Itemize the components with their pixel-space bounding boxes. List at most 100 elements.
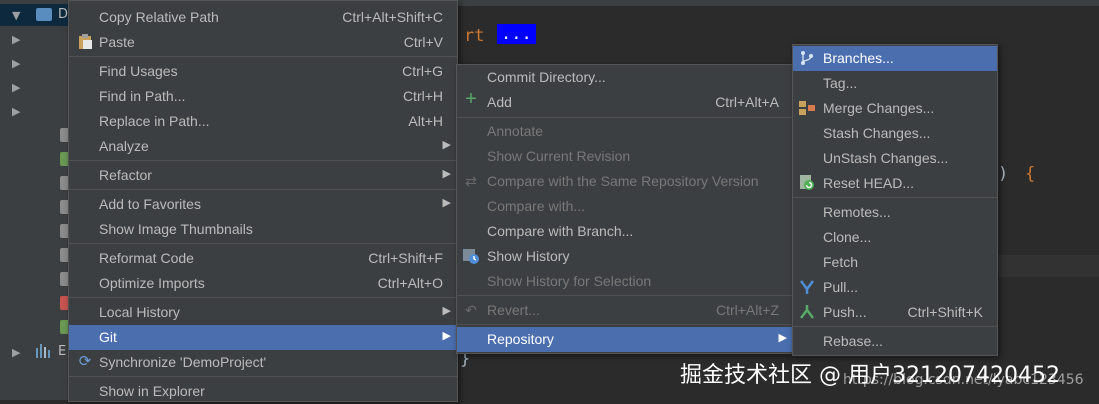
menu-item-label: Add bbox=[487, 94, 512, 110]
menu-item-label: Synchronize 'DemoProject' bbox=[99, 354, 267, 370]
tree-row-root[interactable]: ▼ D bbox=[0, 4, 70, 26]
code-paren: ) bbox=[998, 164, 1009, 184]
project-tree: ▼ D ▶ ▶ ▶ ▶ ▶ E bbox=[0, 0, 71, 400]
compare-icon: ⇄ bbox=[465, 173, 477, 189]
menu-item-add[interactable]: + Add Ctrl+Alt+A bbox=[457, 88, 793, 115]
menu-item-label: Local History bbox=[99, 304, 180, 320]
merge-icon bbox=[799, 100, 815, 116]
menu-item-reset-head[interactable]: Reset HEAD... bbox=[793, 171, 997, 196]
menu-item-show-in-explorer[interactable]: Show in Explorer bbox=[69, 379, 457, 404]
menu-item-label: Copy Relative Path bbox=[99, 9, 219, 25]
menu-item-label: Show History bbox=[487, 248, 570, 264]
plus-icon: + bbox=[465, 88, 477, 110]
menu-item-label: Optimize Imports bbox=[99, 275, 205, 291]
menu-item-copy-relative-path[interactable]: Copy Relative Path Ctrl+Alt+Shift+C bbox=[69, 5, 457, 30]
menu-item-commit-directory[interactable]: Commit Directory... bbox=[457, 65, 793, 90]
menu-item-compare-same-version[interactable]: ⇄ Compare with the Same Repository Versi… bbox=[457, 169, 793, 194]
menu-item-label: Tag... bbox=[823, 75, 858, 91]
menu-item-shortcut: Ctrl+Alt+Shift+C bbox=[342, 9, 443, 25]
menu-item-compare-with-branch[interactable]: Compare with Branch... bbox=[457, 219, 793, 244]
menu-item-find-usages[interactable]: Find Usages Ctrl+G bbox=[69, 59, 457, 84]
menu-item-shortcut: Ctrl+Shift+F bbox=[368, 250, 443, 266]
menu-item-label: Pull... bbox=[823, 279, 859, 295]
menu-item-fetch[interactable]: Fetch bbox=[793, 250, 997, 275]
submenu-arrow-icon: ▶ bbox=[442, 330, 451, 342]
tree-row[interactable]: ▶ bbox=[0, 28, 70, 50]
menu-separator bbox=[69, 376, 457, 377]
menu-separator bbox=[793, 197, 997, 198]
menu-item-synchronize[interactable]: ⟳ Synchronize 'DemoProject' bbox=[69, 350, 457, 375]
menu-item-local-history[interactable]: Local History ▶ bbox=[69, 300, 457, 325]
menu-item-refactor[interactable]: Refactor ▶ bbox=[69, 163, 457, 188]
menu-item-show-image-thumbnails[interactable]: Show Image Thumbnails bbox=[69, 217, 457, 242]
menu-item-git[interactable]: Git ▶ bbox=[69, 325, 457, 350]
menu-item-shortcut: Ctrl+H bbox=[402, 88, 443, 104]
menu-item-remotes[interactable]: Remotes... bbox=[793, 200, 997, 225]
expand-right-icon[interactable]: ▶ bbox=[12, 346, 20, 359]
menu-item-branches[interactable]: Branches... bbox=[793, 46, 997, 71]
menu-item-compare-with[interactable]: Compare with... bbox=[457, 194, 793, 219]
menu-item-repository[interactable]: Repository ▶ bbox=[457, 327, 793, 352]
menu-item-show-current-revision[interactable]: Show Current Revision bbox=[457, 144, 793, 169]
menu-item-shortcut: Ctrl+Alt+A bbox=[715, 94, 779, 110]
menu-item-annotate[interactable]: Annotate bbox=[457, 119, 793, 144]
menu-item-clone[interactable]: Clone... bbox=[793, 225, 997, 250]
expand-right-icon[interactable]: ▶ bbox=[12, 81, 20, 94]
menu-item-push[interactable]: Push... Ctrl+Shift+K bbox=[793, 300, 997, 325]
menu-item-find-in-path[interactable]: Find in Path... Ctrl+H bbox=[69, 84, 457, 109]
menu-item-replace-in-path[interactable]: Replace in Path... Alt+H bbox=[69, 109, 457, 134]
menu-item-label: Paste bbox=[99, 34, 135, 50]
tree-row[interactable]: ▶ bbox=[0, 76, 70, 98]
menu-item-paste[interactable]: Paste Ctrl+V bbox=[69, 30, 457, 55]
repository-submenu: Branches... Tag... Merge Changes... Stas… bbox=[792, 44, 998, 356]
menu-item-label: Annotate bbox=[487, 123, 544, 139]
menu-item-label: Push... bbox=[823, 304, 867, 320]
expand-right-icon[interactable]: ▶ bbox=[12, 33, 20, 46]
menu-item-rebase[interactable]: Rebase... bbox=[793, 329, 997, 354]
menu-item-label: Revert... bbox=[487, 302, 540, 318]
menu-item-add-to-favorites[interactable]: Add to Favorites ▶ bbox=[69, 192, 457, 217]
reset-icon bbox=[799, 175, 815, 191]
menu-item-merge-changes[interactable]: Merge Changes... bbox=[793, 96, 997, 121]
menu-item-label: Remotes... bbox=[823, 204, 891, 220]
menu-item-shortcut: Ctrl+V bbox=[403, 34, 443, 50]
menu-separator bbox=[457, 295, 793, 296]
tree-row[interactable]: ▶ bbox=[0, 52, 70, 74]
expand-down-icon[interactable]: ▼ bbox=[12, 9, 20, 22]
menu-item-shortcut: Alt+H bbox=[408, 113, 443, 129]
libraries-icon bbox=[36, 344, 52, 358]
menu-separator bbox=[69, 189, 457, 190]
menu-item-optimize-imports[interactable]: Optimize Imports Ctrl+Alt+O bbox=[69, 271, 457, 296]
expand-right-icon[interactable]: ▶ bbox=[12, 105, 20, 118]
menu-item-label: Replace in Path... bbox=[99, 113, 210, 129]
menu-item-unstash-changes[interactable]: UnStash Changes... bbox=[793, 146, 997, 171]
code-keyword: rt bbox=[464, 26, 485, 46]
menu-item-label: Git bbox=[99, 329, 117, 345]
git-submenu: Commit Directory... + Add Ctrl+Alt+A Ann… bbox=[456, 64, 794, 354]
submenu-arrow-icon: ▶ bbox=[442, 168, 451, 180]
context-menu: Copy Relative Path Ctrl+Alt+Shift+C Past… bbox=[68, 0, 458, 402]
code-folded-region[interactable]: ... bbox=[497, 24, 536, 44]
menu-item-label: Repository bbox=[487, 331, 554, 347]
tree-row-external[interactable]: ▶ E bbox=[0, 341, 70, 363]
expand-right-icon[interactable]: ▶ bbox=[12, 57, 20, 70]
menu-separator bbox=[69, 297, 457, 298]
menu-item-label: Clone... bbox=[823, 229, 872, 245]
pull-icon bbox=[799, 279, 815, 295]
menu-item-show-history-selection[interactable]: Show History for Selection bbox=[457, 269, 793, 294]
menu-item-reformat-code[interactable]: Reformat Code Ctrl+Shift+F bbox=[69, 246, 457, 271]
menu-item-label: Find in Path... bbox=[99, 88, 186, 104]
menu-item-stash-changes[interactable]: Stash Changes... bbox=[793, 121, 997, 146]
menu-item-pull[interactable]: Pull... bbox=[793, 275, 997, 300]
menu-item-label: Show Image Thumbnails bbox=[99, 221, 253, 237]
watermark-text: 掘金技术社区 @ 用户321207420452 bbox=[680, 363, 1060, 388]
menu-item-tag[interactable]: Tag... bbox=[793, 71, 997, 96]
menu-item-analyze[interactable]: Analyze ▶ bbox=[69, 134, 457, 159]
menu-item-label: Reformat Code bbox=[99, 250, 194, 266]
menu-item-revert[interactable]: ↶ Revert... Ctrl+Alt+Z bbox=[457, 298, 793, 323]
menu-item-show-history[interactable]: Show History bbox=[457, 244, 793, 269]
tree-row[interactable]: ▶ bbox=[0, 100, 70, 122]
menu-item-label: Find Usages bbox=[99, 63, 178, 79]
revert-icon: ↶ bbox=[465, 302, 477, 318]
menu-item-label: Show Current Revision bbox=[487, 148, 631, 164]
